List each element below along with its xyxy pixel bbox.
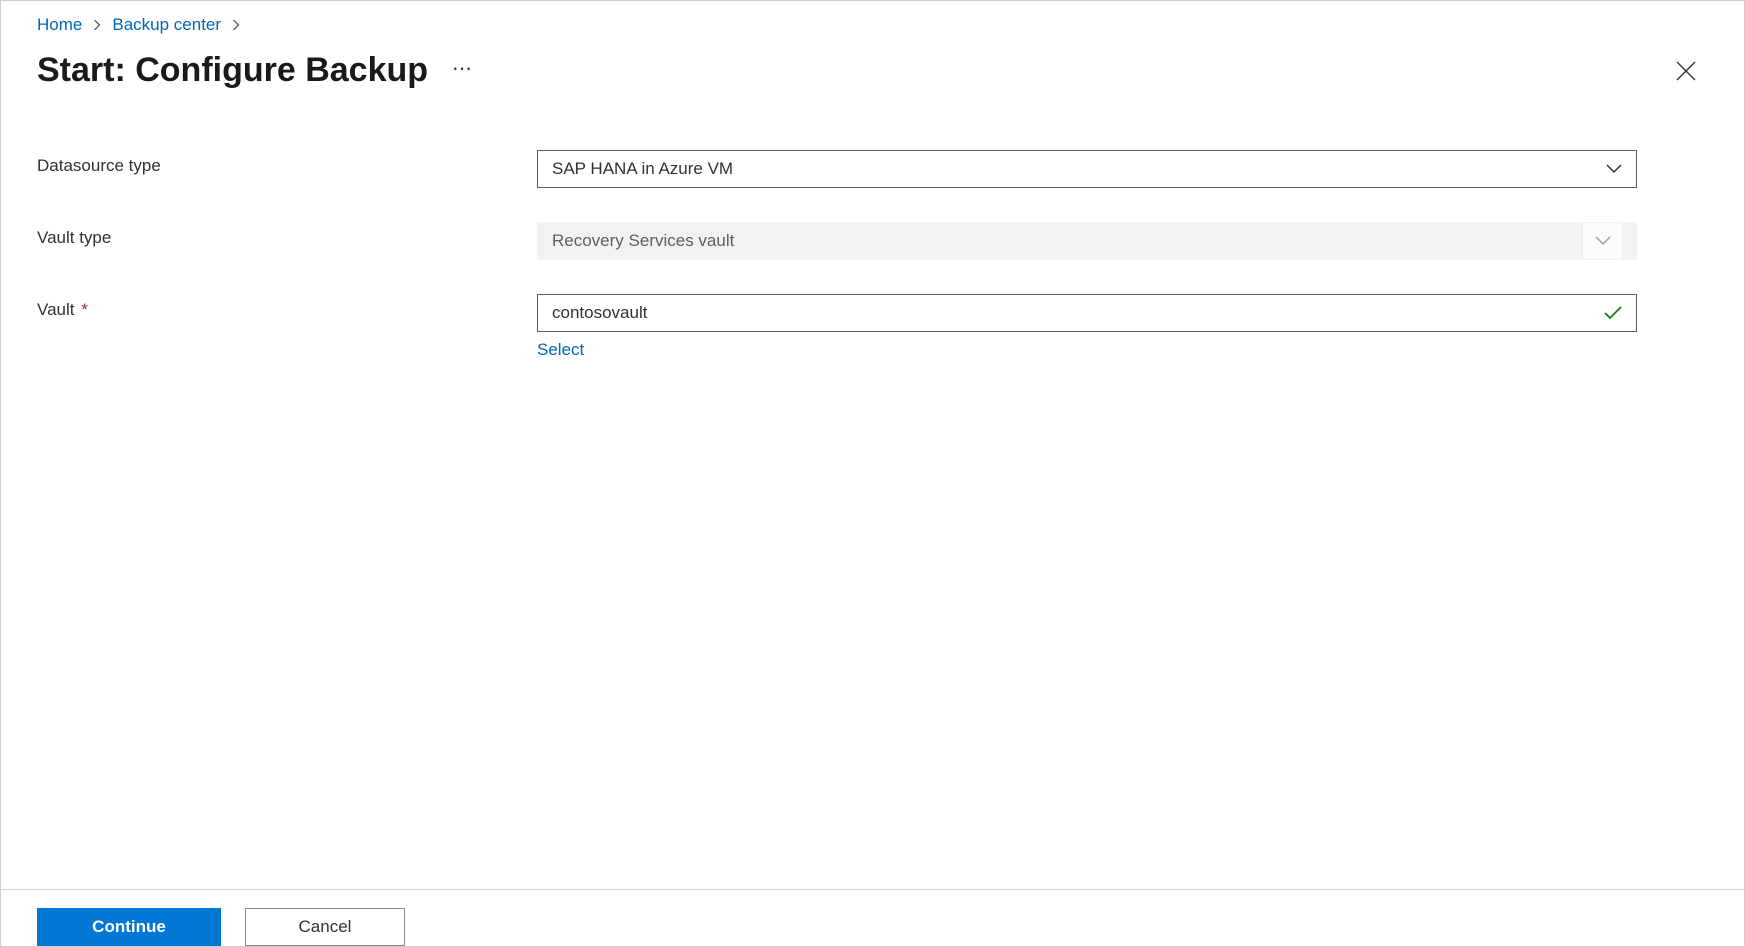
datasource-type-label: Datasource type [37,150,537,176]
breadcrumb: Home Backup center [37,15,1708,35]
vault-input[interactable]: contosovault [537,294,1637,332]
vault-label: Vault * [37,294,537,320]
chevron-right-icon [231,20,241,30]
required-indicator: * [81,300,88,319]
page-title: Start: Configure Backup [37,51,428,90]
close-button[interactable] [1670,55,1702,87]
breadcrumb-backup-center[interactable]: Backup center [112,15,221,35]
datasource-type-value: SAP HANA in Azure VM [552,159,1606,179]
continue-button[interactable]: Continue [37,908,221,946]
footer-actions: Continue Cancel [1,889,1744,946]
vault-value: contosovault [552,303,1604,323]
close-icon [1676,61,1696,81]
breadcrumb-home[interactable]: Home [37,15,82,35]
more-actions-button[interactable]: ⋯ [452,56,474,85]
checkmark-icon [1604,306,1622,320]
vault-type-value: Recovery Services vault [552,231,1582,251]
datasource-type-select[interactable]: SAP HANA in Azure VM [537,150,1637,188]
chevron-right-icon [92,20,102,30]
vault-select-link[interactable]: Select [537,340,584,360]
chevron-down-icon [1582,223,1622,259]
vault-type-select: Recovery Services vault [537,222,1637,260]
vault-type-label: Vault type [37,222,537,248]
cancel-button[interactable]: Cancel [245,908,405,946]
chevron-down-icon [1606,164,1622,174]
